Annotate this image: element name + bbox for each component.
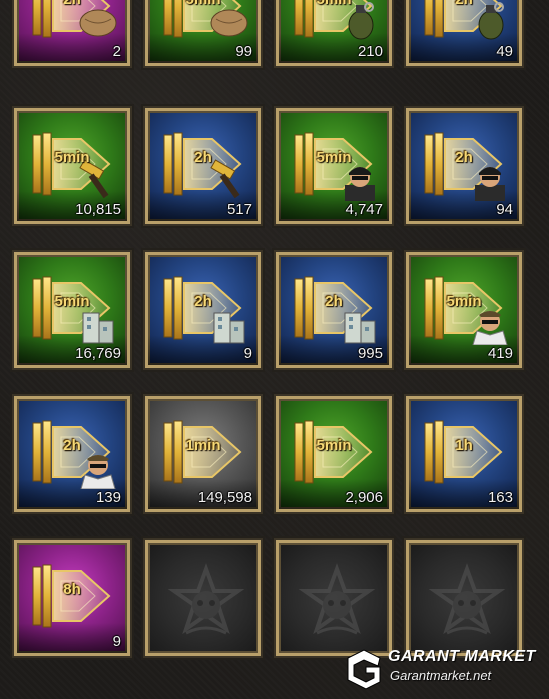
watermark-logo: GARANT MARKET Garantmarket.net xyxy=(344,648,544,694)
watermark-title: GARANT MARKET xyxy=(388,648,536,665)
skull-emblem-icon xyxy=(297,563,377,643)
speedup-item-slot[interactable]: 5min 2,906 xyxy=(274,394,394,514)
item-count: 517 xyxy=(226,201,252,218)
duration-label: 2h xyxy=(194,149,212,166)
speedup-item-slot[interactable]: 1h 163 xyxy=(404,394,524,514)
speedup-item-slot[interactable]: 5min 16,769 xyxy=(12,250,132,370)
speedup-item-slot[interactable]: 2h 49 xyxy=(404,0,524,68)
item-count: 49 xyxy=(496,43,513,60)
watermark-site: Garantmarket.net xyxy=(390,668,492,683)
item-count: 16,769 xyxy=(75,345,121,362)
skull-emblem-icon xyxy=(427,563,507,643)
item-count: 94 xyxy=(496,201,513,218)
duration-label: 2h xyxy=(325,293,343,310)
duration-label: 5min xyxy=(54,293,90,310)
speedup-item-slot[interactable]: 5min 4,747 xyxy=(274,106,394,226)
duration-label: 1min xyxy=(185,437,221,454)
duration-label: 5min xyxy=(446,293,482,310)
speedup-item-slot[interactable]: 2h 517 xyxy=(143,106,263,226)
skull-emblem-icon xyxy=(166,563,246,643)
speedup-item-slot[interactable]: 2h 2 xyxy=(12,0,132,68)
duration-label: 5min xyxy=(316,437,352,454)
speedup-item-slot[interactable]: 2h 9 xyxy=(143,250,263,370)
duration-label: 1h xyxy=(455,437,473,454)
speedup-item-slot[interactable]: 5min 210 xyxy=(274,0,394,68)
duration-label: 2h xyxy=(409,0,519,8)
duration-label: 5min xyxy=(279,0,389,8)
speedup-item-slot[interactable]: 5min 419 xyxy=(404,250,524,370)
speedup-item-slot[interactable]: 5min 99 xyxy=(143,0,263,68)
item-count: 995 xyxy=(357,345,383,362)
garant-logo-icon xyxy=(347,649,381,690)
empty-slot[interactable] xyxy=(274,538,394,658)
item-count: 99 xyxy=(235,43,252,60)
duration-label: 8h xyxy=(63,581,81,598)
duration-label: 2h xyxy=(194,293,212,310)
item-count: 2,906 xyxy=(345,489,383,506)
item-count: 419 xyxy=(487,345,513,362)
item-count: 10,815 xyxy=(75,201,121,218)
item-count: 9 xyxy=(112,633,121,650)
duration-label: 5min xyxy=(316,149,352,166)
item-count: 2 xyxy=(112,43,121,60)
duration-label: 5min xyxy=(148,0,258,8)
speedup-inventory-grid: 2h2 5min99 5min210 xyxy=(0,0,549,699)
speedup-item-slot[interactable]: 1min 149,598 xyxy=(143,394,263,514)
duration-label: 2h xyxy=(63,437,81,454)
speedup-item-slot[interactable]: 2h 139 xyxy=(12,394,132,514)
speedup-item-slot[interactable]: 2h 94 xyxy=(404,106,524,226)
item-count: 139 xyxy=(95,489,121,506)
speedup-item-slot[interactable]: 8h 9 xyxy=(12,538,132,658)
duration-label: 2h xyxy=(17,0,127,8)
speedup-item-slot[interactable]: 5min 10,815 xyxy=(12,106,132,226)
item-count: 9 xyxy=(243,345,252,362)
speedup-item-slot[interactable]: 2h 995 xyxy=(274,250,394,370)
empty-slot[interactable] xyxy=(404,538,524,658)
empty-slot[interactable] xyxy=(143,538,263,658)
item-count: 149,598 xyxy=(197,489,252,506)
duration-label: 5min xyxy=(54,149,90,166)
item-count: 4,747 xyxy=(345,201,383,218)
item-count: 163 xyxy=(487,489,513,506)
duration-label: 2h xyxy=(455,149,473,166)
item-count: 210 xyxy=(357,43,383,60)
